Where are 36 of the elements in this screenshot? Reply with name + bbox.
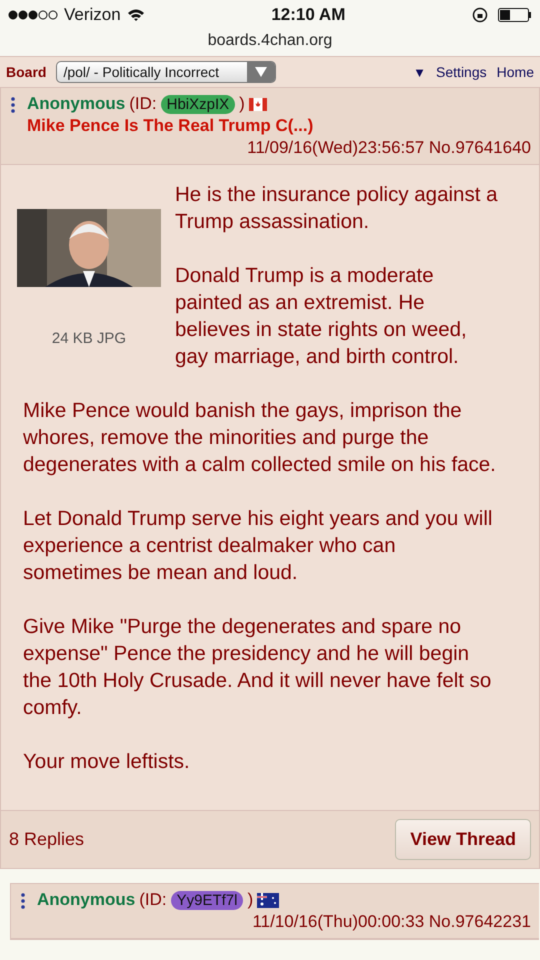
post-subject: Mike Pence Is The Real Trump C(...): [27, 116, 314, 136]
post-paragraph: Donald Trump is a moderate painted as an extremist. He believes in state rights on weed, gay marriage, and birth control.: [175, 263, 468, 370]
flag-icon: [248, 98, 267, 110]
id-close: ): [247, 890, 254, 910]
menu-arrow[interactable]: ▼: [413, 64, 426, 80]
poster-name: Anonymous: [27, 94, 126, 114]
rotation-lock-icon: [472, 7, 488, 23]
battery-icon: [498, 8, 532, 22]
clock: 12:10 AM: [271, 5, 346, 25]
flag-icon: [257, 892, 280, 908]
view-thread-button[interactable]: View Thread: [395, 819, 531, 860]
board-label: Board: [6, 64, 46, 80]
post-paragraph: He is the insurance policy against a Trump assassination.: [175, 182, 498, 235]
poster-name: Anonymous: [37, 890, 136, 910]
id-close: ): [239, 94, 245, 114]
poster-id[interactable]: HbiXzpIX: [160, 94, 236, 114]
reply-count[interactable]: 8 Replies: [9, 829, 84, 850]
menu-icon[interactable]: [11, 97, 15, 113]
post-paragraph: Your move leftists.: [23, 749, 191, 775]
caret-icon: [255, 67, 268, 77]
post-paragraph: Let Donald Trump serve his eight years and you will experience a centrist dealmaker who can sometimes be mean and loud.: [23, 506, 494, 586]
post-datetime[interactable]: 11/10/16(Thu)00:00:33 No.97642231: [37, 912, 531, 932]
file-size: 24 KB JPG: [52, 329, 126, 349]
nav-link[interactable]: Home: [496, 64, 534, 80]
id-label: (ID:: [139, 890, 167, 910]
id-label: (ID:: [129, 94, 157, 114]
menu-icon[interactable]: [21, 893, 25, 909]
board-select[interactable]: /pol/ - Politically Incorrect: [56, 61, 276, 83]
signal-icon: [8, 10, 58, 20]
post-paragraph: Give Mike "Purge the degenerates and spare no expense" Pence the presidency and he will begin the 10th Holy Crusade. And it will never have felt so comfy.: [23, 614, 492, 721]
post-datetime[interactable]: 11/09/16(Wed)23:56:57 No.97641640: [27, 138, 531, 158]
poster-id[interactable]: Yy9ETf7l: [170, 890, 244, 910]
nav-link[interactable]: Settings: [436, 64, 487, 80]
post-paragraph: Mike Pence would banish the gays, imprison the whores, remove the minorities and purge the degenerates with a calm collected smile on his face.: [23, 398, 497, 478]
carrier-name: Verizon: [64, 5, 121, 25]
wifi-icon: [126, 8, 145, 22]
